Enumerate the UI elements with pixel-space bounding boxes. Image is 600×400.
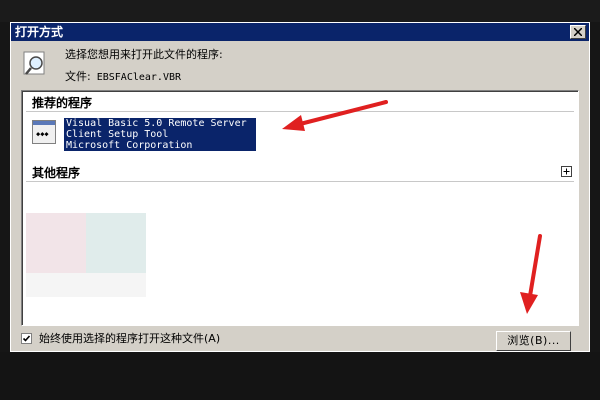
checkmark-icon: [22, 335, 31, 342]
prompt-text: 选择您想用来打开此文件的程序:: [65, 48, 223, 61]
always-use-label: 始终使用选择的程序打开这种文件(A): [39, 332, 221, 345]
dialog-title: 打开方式: [15, 25, 64, 39]
expand-plus-icon[interactable]: [561, 166, 572, 177]
close-icon: [574, 28, 582, 36]
open-with-dialog: 打开方式 选择您想用来打开此文件的程序: 文件: EBSFAClear.VBR 推…: [10, 22, 590, 352]
close-button[interactable]: [570, 25, 586, 39]
program-icon: ◆◆◆: [32, 120, 56, 144]
program-name-line2: Client Setup Tool: [66, 129, 169, 140]
file-label: 文件:: [65, 70, 91, 83]
title-bar[interactable]: 打开方式: [11, 23, 589, 41]
always-use-checkbox[interactable]: [21, 333, 32, 344]
file-name: EBSFAClear.VBR: [96, 72, 182, 83]
program-publisher: Microsoft Corporation: [66, 140, 193, 151]
recommended-heading: 推荐的程序: [32, 96, 93, 110]
program-list[interactable]: 推荐的程序 ◆◆◆ Visual Basic 5.0 Remote Server…: [21, 90, 579, 326]
file-info: 文件: EBSFAClear.VBR: [65, 69, 181, 86]
browse-button[interactable]: 浏览(B)...: [496, 331, 571, 351]
browse-button-label: 浏览(B)...: [507, 334, 560, 347]
divider: [26, 181, 574, 182]
program-name-line1: Visual Basic 5.0 Remote Server: [66, 118, 247, 129]
blurred-program-area: [26, 213, 146, 297]
background-bottom: [0, 352, 600, 400]
background-top: [0, 0, 600, 22]
search-file-icon: [23, 51, 45, 75]
other-programs-heading: 其他程序: [32, 166, 81, 180]
divider: [26, 111, 574, 112]
program-item-vb5-remote-server[interactable]: ◆◆◆ Visual Basic 5.0 Remote Server Clien…: [26, 115, 258, 151]
program-label: Visual Basic 5.0 Remote Server Client Se…: [64, 118, 256, 151]
